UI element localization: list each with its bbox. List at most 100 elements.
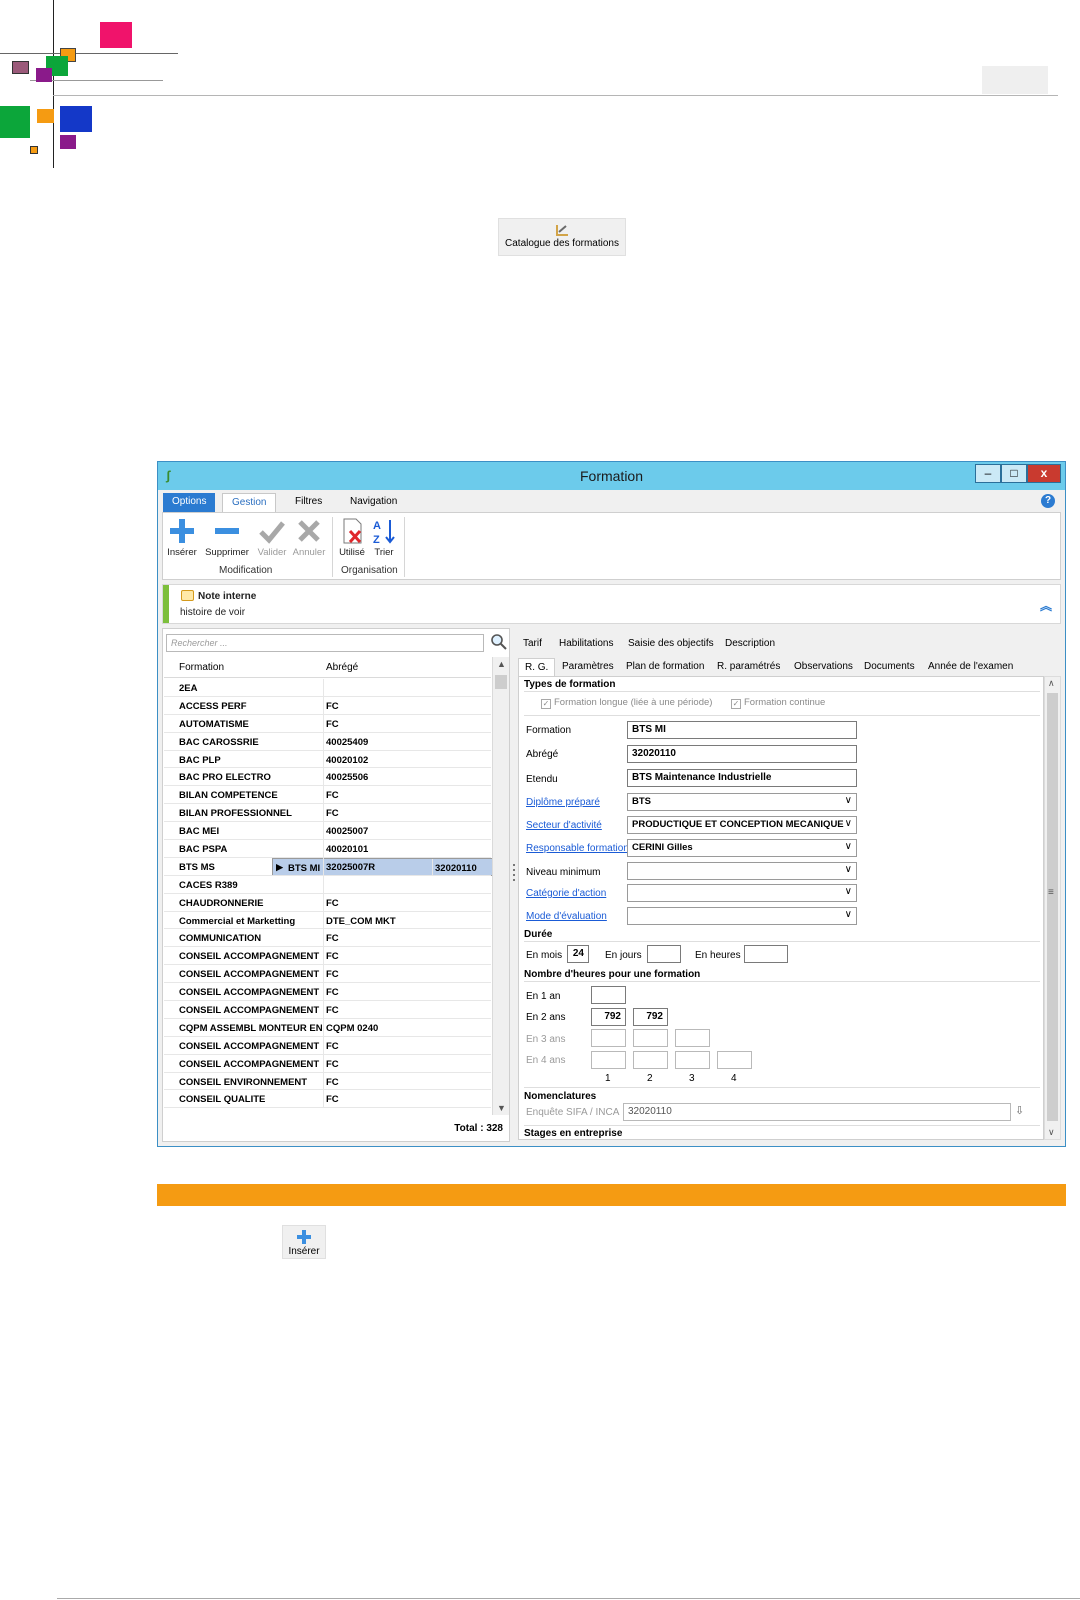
scroll-down-icon[interactable]: ▼ [497, 1103, 506, 1113]
tab-r-parametres[interactable]: R. paramétrés [717, 661, 780, 672]
heures-1an-1[interactable] [591, 986, 626, 1004]
duree-mois-field[interactable]: 24 [567, 945, 589, 963]
abrege-field[interactable]: 32020110 [627, 745, 857, 763]
delete-button[interactable]: Supprimer [201, 517, 253, 558]
table-row[interactable]: CONSEIL ACCOMPAGNEMENT FC [164, 1001, 491, 1019]
search-icon[interactable] [490, 633, 508, 651]
chevron-down-icon: ∨ [844, 841, 852, 852]
tab-habilitations[interactable]: Habilitations [559, 638, 613, 649]
table-row[interactable]: BAC CAROSSRIE 40025409 [164, 732, 491, 751]
link-responsable-formation[interactable]: Responsable formation [526, 843, 629, 854]
search-input[interactable]: Rechercher ... [166, 634, 484, 652]
checkbox-formation-longue[interactable]: ✓ Formation longue (liée à une période) [541, 697, 712, 709]
formation-field[interactable]: BTS MI [627, 721, 857, 739]
link-mode-evaluation[interactable]: Mode d'évaluation [526, 911, 607, 922]
link-secteur-activite[interactable]: Secteur d'activité [526, 820, 602, 831]
table-row[interactable]: BAC MEI 40025007 [164, 822, 491, 841]
cancel-button[interactable]: Annuler [290, 517, 328, 558]
tab-plan-formation[interactable]: Plan de formation [626, 661, 704, 672]
table-row[interactable]: COMMUNICATION FC [164, 929, 491, 948]
duree-jours-field[interactable] [647, 945, 681, 963]
responsable-select[interactable]: CERINI Gilles ∨ [627, 839, 857, 857]
table-row[interactable]: BAC PSPA 40020101 [164, 840, 491, 858]
heures-3ans-1[interactable] [591, 1029, 626, 1047]
duree-heures-field[interactable] [744, 945, 788, 963]
collapse-chevron-icon[interactable]: ︽ [1040, 597, 1052, 614]
table-row[interactable]: BAC PLP 40020102 [164, 750, 491, 769]
table-row[interactable]: CACES R389 [164, 875, 491, 894]
table-row[interactable]: BTS MS 32025007R [164, 857, 491, 876]
sort-button[interactable]: AZ Trier [369, 517, 399, 558]
diplome-select[interactable]: BTS ∨ [627, 793, 857, 811]
insert-example-button[interactable]: Insérer [282, 1225, 326, 1259]
table-row[interactable]: BAC PRO ELECTRO 40025506 [164, 768, 491, 787]
tab-observations[interactable]: Observations [794, 661, 853, 672]
table-row[interactable]: CHAUDRONNERIE FC [164, 893, 491, 912]
tab-filtres[interactable]: Filtres [286, 493, 331, 512]
tab-tarif[interactable]: Tarif [523, 638, 542, 649]
table-row[interactable]: CONSEIL ACCOMPAGNEMENT FC [164, 1054, 491, 1073]
niveau-select[interactable]: ∨ [627, 862, 857, 880]
enquete-sifa-field[interactable]: 32020110 [623, 1103, 1011, 1121]
table-row[interactable]: ACCESS PERF FC [164, 696, 491, 715]
etendu-field[interactable]: BTS Maintenance Industrielle [627, 769, 857, 787]
catalogue-formations-button[interactable]: Catalogue des formations [498, 218, 626, 256]
column-header-abrege[interactable]: Abrégé [326, 662, 358, 673]
heures-4ans-2[interactable] [633, 1051, 668, 1069]
note-accent-bar [163, 585, 169, 623]
minimize-button[interactable]: – [975, 464, 1001, 483]
table-row[interactable]: BILAN COMPETENCE FC [164, 786, 491, 805]
link-categorie-action[interactable]: Catégorie d'action [526, 888, 606, 899]
scroll-thumb[interactable] [495, 675, 507, 689]
tab-navigation[interactable]: Navigation [341, 493, 406, 512]
heures-3ans-3[interactable] [675, 1029, 710, 1047]
categorie-select[interactable]: ∨ [627, 884, 857, 902]
heures-4ans-1[interactable] [591, 1051, 626, 1069]
scroll-thumb[interactable] [1047, 693, 1058, 1121]
maximize-button[interactable]: □ [1001, 464, 1027, 483]
table-row[interactable]: Commercial et Marketting DTE_COM MKT [164, 911, 491, 930]
list-scrollbar[interactable]: ▲ ▼ [492, 657, 509, 1115]
column-header-formation[interactable]: Formation [179, 662, 224, 673]
heures-2ans-2[interactable]: 792 [633, 1008, 668, 1026]
table-row[interactable]: AUTOMATISME FC [164, 714, 491, 733]
tab-annee-examen[interactable]: Année de l'examen [928, 661, 1013, 672]
tab-documents[interactable]: Documents [864, 661, 915, 672]
heures-3ans-2[interactable] [633, 1029, 668, 1047]
tab-rg[interactable]: R. G. [518, 658, 556, 676]
checkbox-formation-continue[interactable]: ✓ Formation continue [731, 697, 825, 709]
table-row[interactable]: CONSEIL QUALITE FC [164, 1090, 491, 1109]
tab-options[interactable]: Options [163, 493, 216, 512]
scroll-up-icon[interactable]: ▲ [497, 659, 506, 669]
scroll-up-icon[interactable]: ∧ [1048, 678, 1055, 689]
help-icon[interactable]: ? [1041, 494, 1055, 508]
table-row[interactable]: CONSEIL ACCOMPAGNEMENT FC [164, 965, 491, 984]
table-row[interactable]: CONSEIL ENVIRONNEMENT FC [164, 1072, 491, 1091]
scroll-down-icon[interactable]: ∨ [1048, 1127, 1055, 1138]
table-row[interactable]: BILAN PROFESSIONNEL FC [164, 804, 491, 823]
form-scrollbar[interactable]: ∧ ≡ ∨ [1044, 676, 1061, 1140]
table-row[interactable]: 2EA [164, 679, 491, 697]
heures-4ans-3[interactable] [675, 1051, 710, 1069]
used-button[interactable]: Utilisé [335, 517, 369, 558]
table-row[interactable]: CONSEIL ACCOMPAGNEMENT FC [164, 1036, 491, 1055]
close-button[interactable]: x [1027, 464, 1061, 483]
mode-select[interactable]: ∨ [627, 907, 857, 925]
tab-parametres[interactable]: Paramètres [562, 661, 614, 672]
tab-gestion[interactable]: Gestion [222, 493, 277, 512]
table-row[interactable]: CONSEIL ACCOMPAGNEMENT FC [164, 983, 491, 1002]
insert-button[interactable]: Insérer [165, 517, 199, 558]
cell-formation: CONSEIL ACCOMPAGNEMENT [179, 1005, 320, 1017]
table-row[interactable]: CQPM ASSEMBL MONTEUR EN CQPM 0240 [164, 1018, 491, 1037]
heures-2ans-1[interactable]: 792 [591, 1008, 626, 1026]
total-count: Total : 328 [454, 1123, 503, 1134]
cell-formation: BAC PLP [179, 754, 221, 766]
link-diplome-prepare[interactable]: Diplôme préparé [526, 797, 600, 808]
secteur-select[interactable]: PRODUCTIQUE ET CONCEPTION MECANIQUE ∨ [627, 816, 857, 834]
heures-4ans-4[interactable] [717, 1051, 752, 1069]
validate-button[interactable]: Valider [254, 517, 290, 558]
download-icon[interactable]: ⇩ [1015, 1104, 1024, 1117]
tab-description[interactable]: Description [725, 638, 775, 649]
tab-saisie-objectifs[interactable]: Saisie des objectifs [628, 638, 714, 649]
table-row[interactable]: CONSEIL ACCOMPAGNEMENT FC [164, 947, 491, 966]
